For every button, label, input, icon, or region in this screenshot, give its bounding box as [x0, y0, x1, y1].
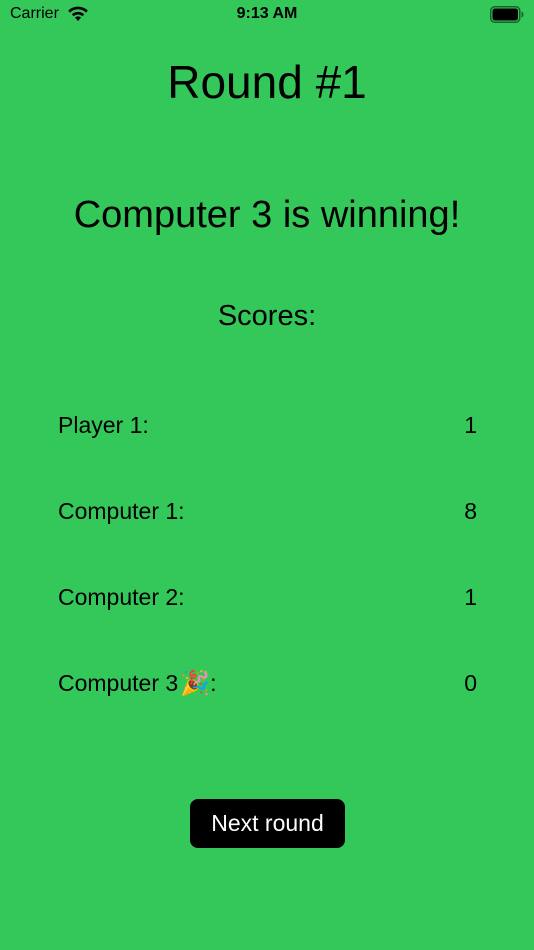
score-label: Computer 2: — [58, 584, 185, 611]
score-value: 1 — [464, 583, 477, 610]
scores-heading: Scores: — [217, 300, 317, 332]
status-bar: Carrier 9:13 AM — [0, 0, 534, 30]
score-row-computer-1: Computer 1: 8 — [58, 494, 477, 528]
player-name: Computer 1 — [58, 497, 179, 524]
player-name: Computer 3 — [58, 669, 179, 696]
status-time: 9:13 AM — [236, 5, 298, 22]
score-row-player-1: Player 1: 1 — [58, 408, 477, 442]
score-label: Computer 3 🎉: — [58, 669, 216, 698]
score-label: Player 1: — [58, 412, 149, 439]
score-row-computer-2: Computer 2: 1 — [58, 580, 477, 614]
score-value: 8 — [464, 497, 477, 524]
score-value: 1 — [464, 411, 477, 438]
winner-message: Computer 3 is winning! — [73, 194, 461, 236]
next-round-button[interactable]: Next round — [190, 799, 345, 848]
player-name: Computer 2 — [58, 583, 179, 610]
label-colon: : — [178, 497, 185, 524]
party-popper-icon: 🎉 — [180, 669, 211, 697]
player-name: Player 1 — [58, 411, 143, 438]
round-title: Round #1 — [167, 56, 367, 108]
score-row-computer-3: Computer 3 🎉: 0 — [58, 666, 477, 700]
battery-icon — [490, 6, 524, 23]
label-colon: : — [210, 669, 217, 696]
score-label: Computer 1: — [58, 498, 185, 525]
label-colon: : — [178, 583, 185, 610]
label-colon: : — [142, 411, 149, 438]
score-value: 0 — [464, 669, 477, 696]
